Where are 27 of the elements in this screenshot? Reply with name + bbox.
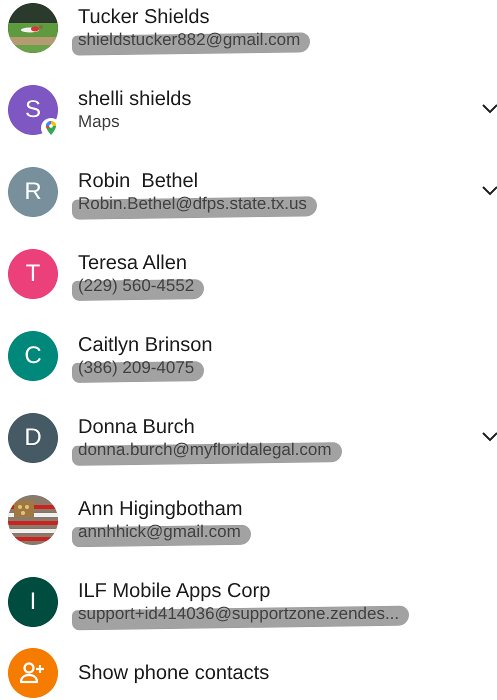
contact-name: Tucker Shields — [78, 6, 210, 29]
contact-detail: (229) 560-4552 — [78, 276, 194, 295]
contact-name: shelli shields — [78, 88, 192, 111]
contact-detail: annhhick@gmail.com — [78, 522, 241, 541]
avatar-letter: R — [24, 178, 42, 206]
add-contact-icon[interactable] — [8, 648, 58, 698]
chevron-down-icon[interactable] — [482, 104, 497, 114]
contact-detail: (386) 209-4075 — [78, 358, 194, 377]
contact-name: Caitlyn Brinson — [78, 334, 213, 357]
contact-name: Teresa Allen — [78, 252, 187, 275]
contact-name: ILF Mobile Apps Corp — [78, 580, 270, 603]
contact-detail: Maps — [78, 112, 120, 131]
contact-name: Donna Burch — [78, 416, 195, 439]
chevron-down-icon[interactable] — [482, 186, 497, 196]
contact-detail: donna.burch@myfloridalegal.com — [78, 440, 332, 459]
contact-detail: shieldstucker882@gmail.com — [78, 30, 300, 49]
contact-detail: support+id414036@supportzone.zendes... — [78, 604, 400, 623]
avatar-letter: T — [26, 260, 40, 288]
avatar-letter: C — [24, 342, 42, 370]
show-phone-contacts-link[interactable]: Show phone contacts — [78, 662, 270, 684]
avatar-letter: I — [30, 588, 36, 616]
contact-name: Ann Higingbotham — [78, 498, 243, 521]
chevron-down-icon[interactable] — [482, 432, 497, 442]
avatar-letter: S — [24, 96, 41, 124]
contact-detail: Robin.Bethel@dfps.state.tx.us — [78, 194, 307, 213]
avatar-letter: D — [24, 424, 42, 452]
contact-name: Robin Bethel — [78, 170, 198, 193]
